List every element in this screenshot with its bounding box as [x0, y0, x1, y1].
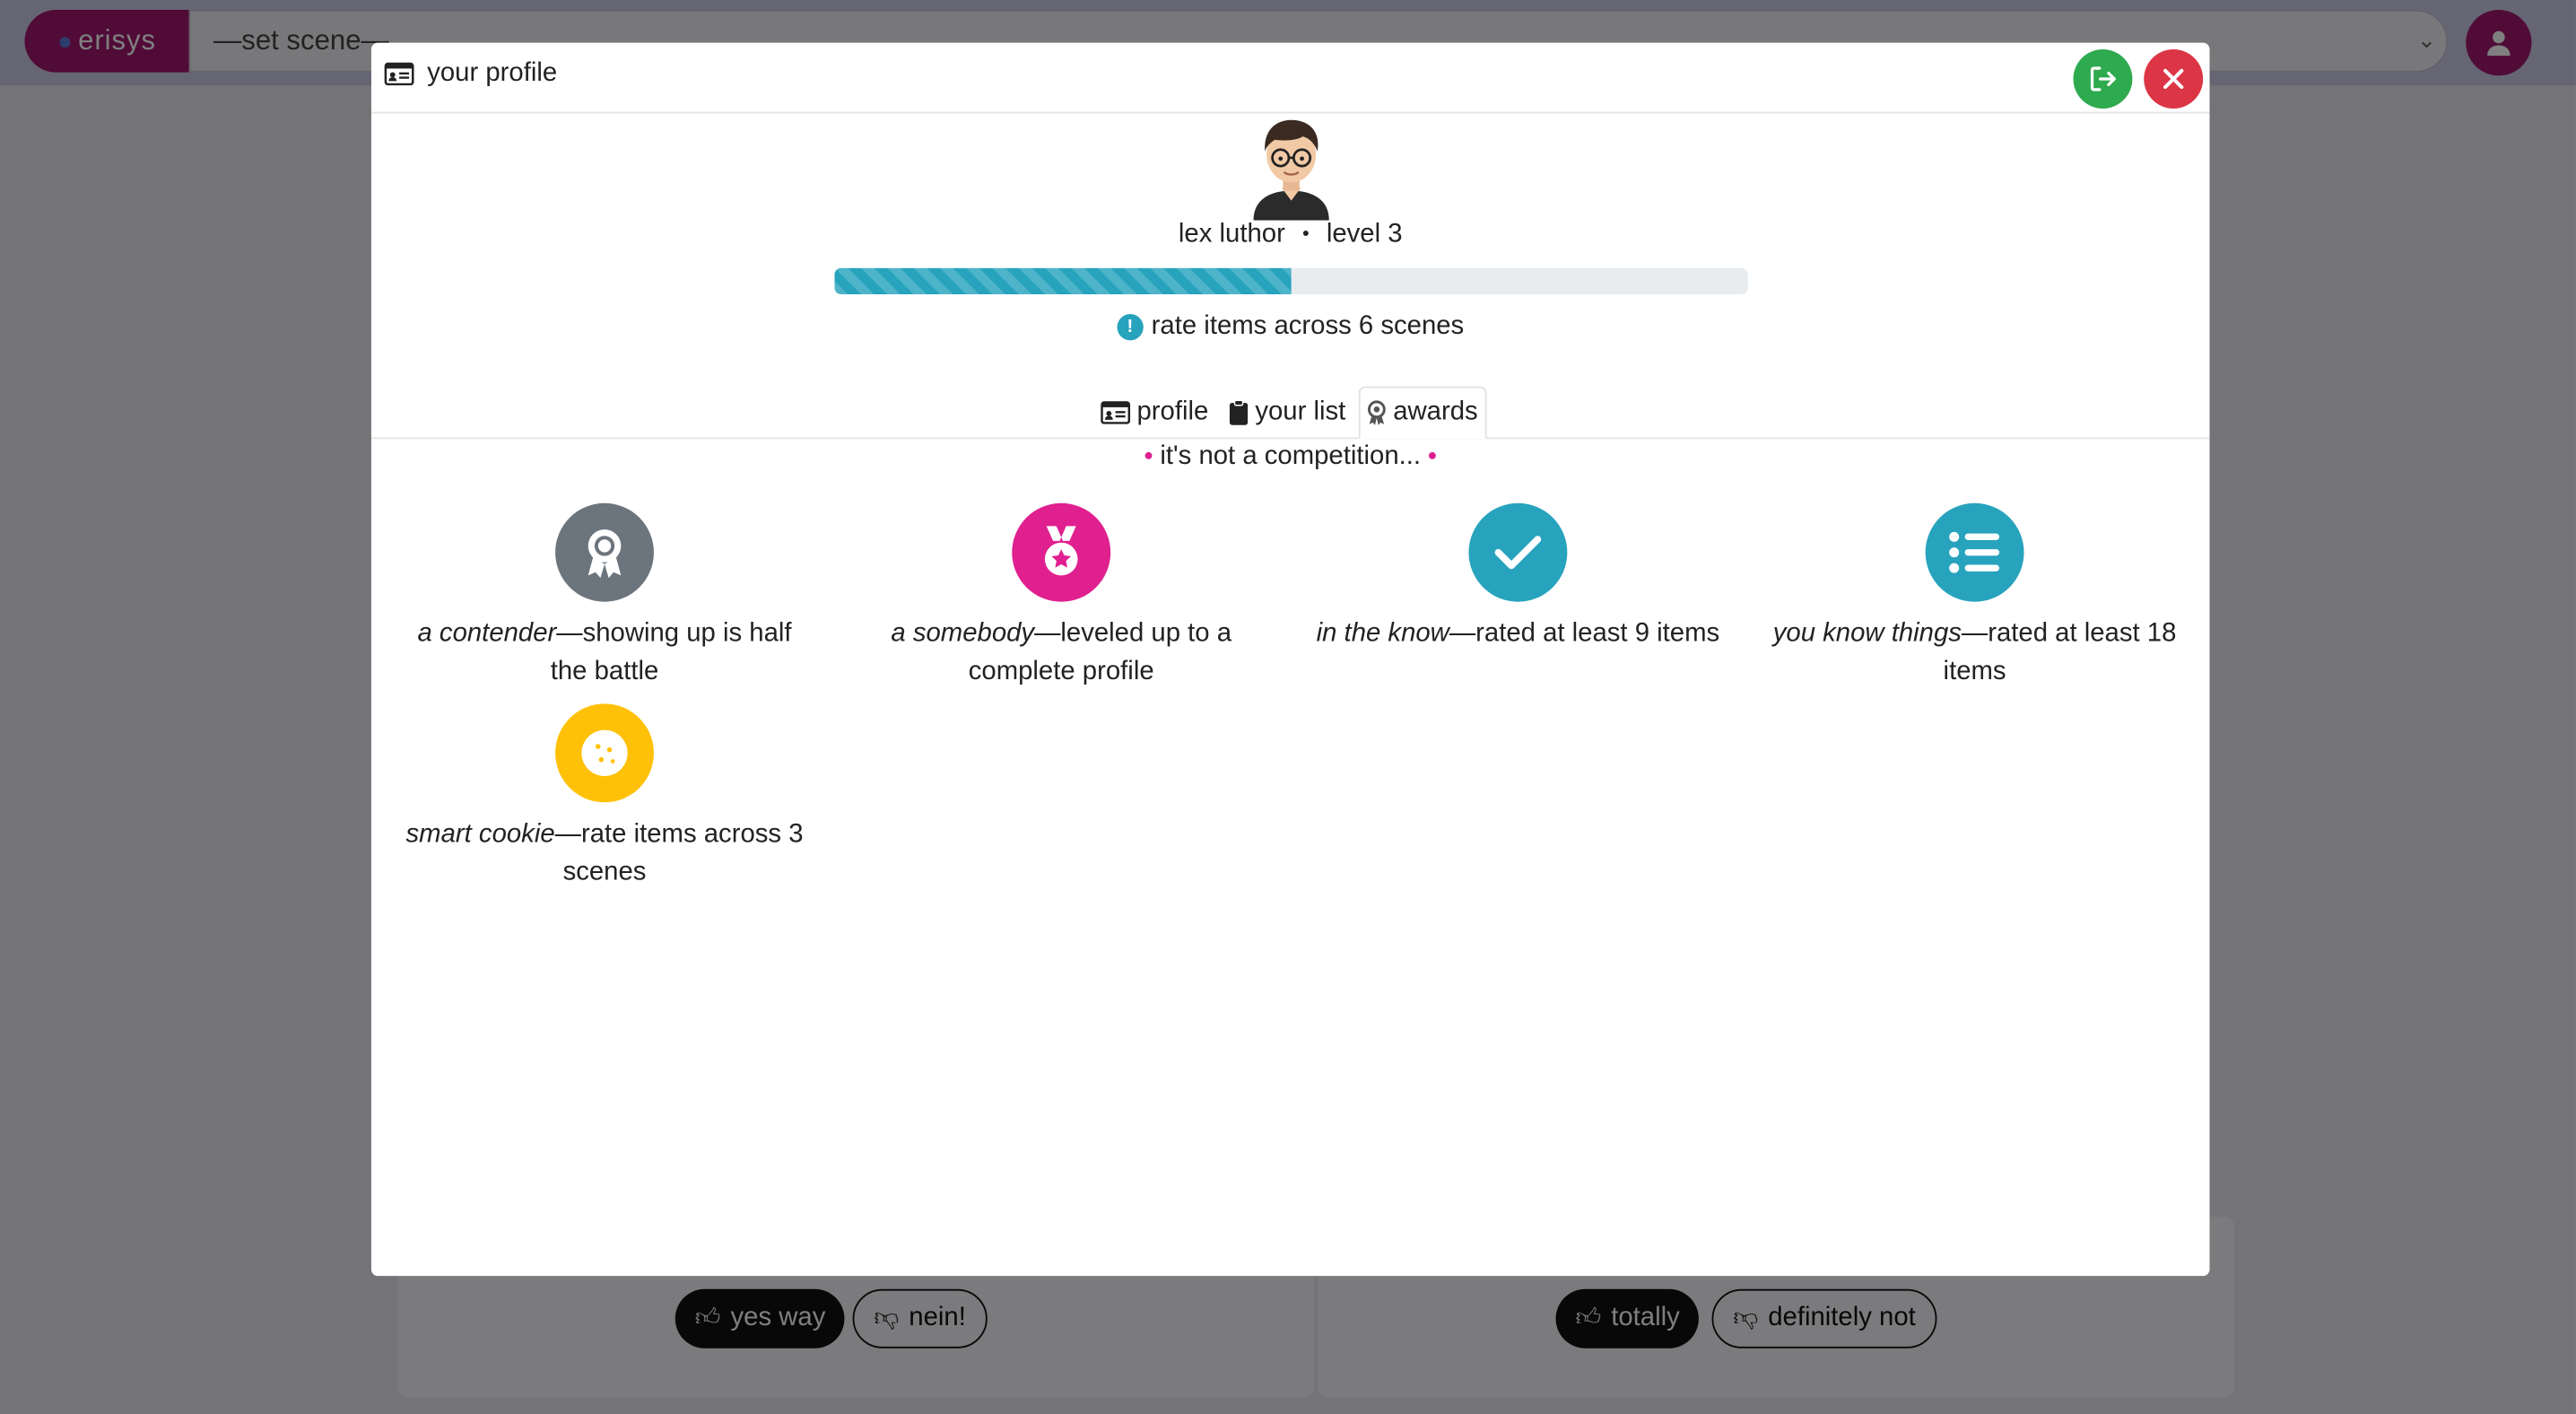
ribbon-award-icon	[587, 529, 622, 579]
award-item: smart cookie—rate items across 3 scenes	[399, 703, 810, 891]
award-text: a somebody—leveled up to a complete prof…	[856, 615, 1266, 690]
award-name: you know things	[1772, 619, 1962, 649]
award-badge	[555, 703, 654, 803]
tab-profile[interactable]: profile	[1094, 387, 1215, 438]
award-badge	[1925, 502, 2024, 602]
checkmark-icon	[1494, 536, 1542, 570]
tab-your-list-label: your list	[1255, 397, 1346, 425]
modal-title: your profile	[384, 58, 558, 89]
list-icon	[1949, 531, 2000, 573]
awards-tagline: ● it's not a competition... ●	[371, 442, 2210, 472]
awards-tagline-text: it's not a competition...	[1160, 441, 1422, 471]
profile-name: lex luthor	[1178, 220, 1285, 249]
award-item: in the know—rated at least 9 items	[1312, 502, 1723, 653]
award-name: a contender	[417, 619, 557, 649]
award-badge	[1468, 502, 1568, 602]
clipboard-icon	[1229, 398, 1249, 424]
profile-tabs: profile your list awards	[370, 386, 2210, 440]
medal-icon	[1044, 526, 1078, 576]
tab-awards[interactable]: awards	[1358, 386, 1486, 440]
award-item: a contender—showing up is half the battl…	[399, 502, 810, 691]
award-text: smart cookie—rate items across 3 scenes	[399, 816, 810, 891]
profile-modal: your profile lex luthor • level 3 ! rate…	[370, 42, 2210, 1277]
award-item: a somebody—leveled up to a complete prof…	[856, 502, 1266, 691]
next-goal: ! rate items across 6 scenes	[371, 312, 2210, 342]
level-progress-bar	[834, 267, 1292, 295]
app-screen: ● erisys —set scene— ⌄ 👍︎ yes way 👎︎ nei…	[0, 0, 2576, 1414]
award-name: smart cookie	[405, 820, 555, 849]
logout-button[interactable]	[2073, 48, 2133, 109]
award-description: —showing up is half the battle	[550, 619, 792, 686]
award-text: you know things—rated at least 18 items	[1770, 615, 2180, 690]
award-name: a somebody	[891, 619, 1035, 649]
close-button[interactable]	[2144, 48, 2204, 109]
profile-name-line: lex luthor • level 3	[371, 221, 2210, 250]
modal-header: your profile	[370, 43, 2210, 114]
next-goal-text: rate items across 6 scenes	[1151, 312, 1465, 341]
award-text: in the know—rated at least 9 items	[1312, 615, 1723, 652]
award-item: you know things—rated at least 18 items	[1770, 502, 2180, 691]
info-icon: !	[1117, 314, 1144, 341]
award-description: —rated at least 9 items	[1449, 619, 1720, 649]
tab-your-list[interactable]: your list	[1223, 387, 1353, 438]
award-text: a contender—showing up is half the battl…	[399, 615, 810, 690]
id-card-icon	[1101, 400, 1131, 423]
separator-dot: •	[1301, 222, 1310, 246]
tab-profile-label: profile	[1136, 397, 1209, 425]
id-card-icon	[384, 62, 414, 86]
logout-icon	[2090, 66, 2116, 92]
decor-dot: ●	[1143, 447, 1154, 466]
profile-level: level 3	[1326, 220, 1403, 249]
award-badge	[1012, 502, 1111, 602]
level-progress	[834, 267, 1748, 295]
cookie-icon	[581, 729, 628, 776]
award-description: —rate items across 3 scenes	[554, 820, 804, 886]
award-badge	[555, 502, 654, 602]
decor-dot: ●	[1427, 447, 1438, 466]
modal-title-text: your profile	[427, 58, 558, 88]
profile-avatar	[1253, 119, 1329, 221]
close-icon	[2163, 68, 2184, 90]
award-icon	[1367, 399, 1387, 425]
award-description: —rated at least 18 items	[1943, 619, 2177, 686]
award-name: in the know	[1316, 619, 1449, 649]
tab-awards-label: awards	[1393, 397, 1478, 426]
